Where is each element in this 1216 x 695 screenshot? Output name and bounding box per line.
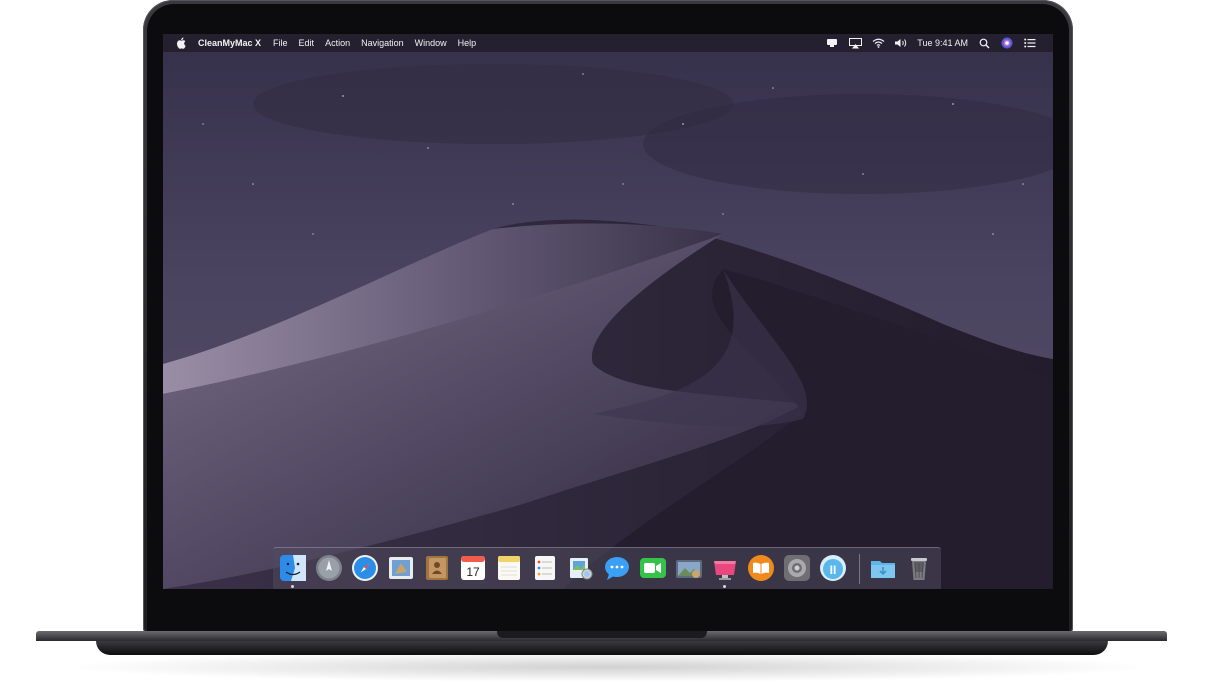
menu-file[interactable]: File [273,38,288,48]
downloads-folder-icon[interactable] [869,554,897,582]
menu-bar-clock[interactable]: Tue 9:41 AM [917,38,968,48]
spotlight-search-icon[interactable] [977,37,991,49]
menu-action[interactable]: Action [325,38,350,48]
menu-edit[interactable]: Edit [299,38,315,48]
system-preferences-icon[interactable] [783,554,811,582]
dock: 17 II [273,547,941,589]
cleanmymac-menu-icon[interactable] [825,37,839,49]
apple-logo-icon[interactable] [176,37,186,49]
svg-text:17: 17 [466,565,480,579]
wifi-icon[interactable] [871,37,885,49]
menu-bar-left: CleanMyMac X File Edit Action Navigation… [163,34,487,52]
menu-bar-status-area: Tue 9:41 AM [816,34,1037,52]
messages-icon[interactable] [603,554,631,582]
notes-icon[interactable] [495,554,523,582]
laptop-shadow [60,652,1156,682]
reminders-icon[interactable] [531,554,559,582]
mail-icon[interactable] [387,554,415,582]
books-icon[interactable] [747,554,775,582]
contacts-icon[interactable] [423,554,451,582]
cleanmymac-running-indicator [723,585,726,588]
photo-browser-icon[interactable] [675,554,703,582]
menu-help[interactable]: Help [458,38,477,48]
airplay-icon[interactable] [848,37,862,49]
volume-icon[interactable] [894,37,908,49]
svg-text:II: II [830,563,837,577]
siri-icon[interactable] [1000,37,1014,49]
gemini-icon[interactable]: II [819,554,847,582]
menu-window[interactable]: Window [415,38,447,48]
trash-icon[interactable] [905,554,933,582]
cleanmymac-icon[interactable] [711,554,739,582]
notification-center-icon[interactable] [1023,37,1037,49]
laptop-hinge-notch [497,631,707,638]
menu-bar: CleanMyMac X File Edit Action Navigation… [163,34,1053,52]
dock-separator [859,554,860,584]
facetime-icon[interactable] [639,554,667,582]
safari-icon[interactable] [351,554,379,582]
preview-icon[interactable] [567,554,595,582]
finder-icon[interactable] [279,554,307,582]
desktop-wallpaper [163,34,1053,589]
calendar-icon[interactable]: 17 [459,554,487,582]
app-name-menu[interactable]: CleanMyMac X [198,38,261,48]
finder-running-indicator [291,585,294,588]
screen: CleanMyMac X File Edit Action Navigation… [163,34,1053,589]
launchpad-icon[interactable] [315,554,343,582]
laptop-base-bottom [96,641,1108,655]
menu-navigation[interactable]: Navigation [361,38,404,48]
